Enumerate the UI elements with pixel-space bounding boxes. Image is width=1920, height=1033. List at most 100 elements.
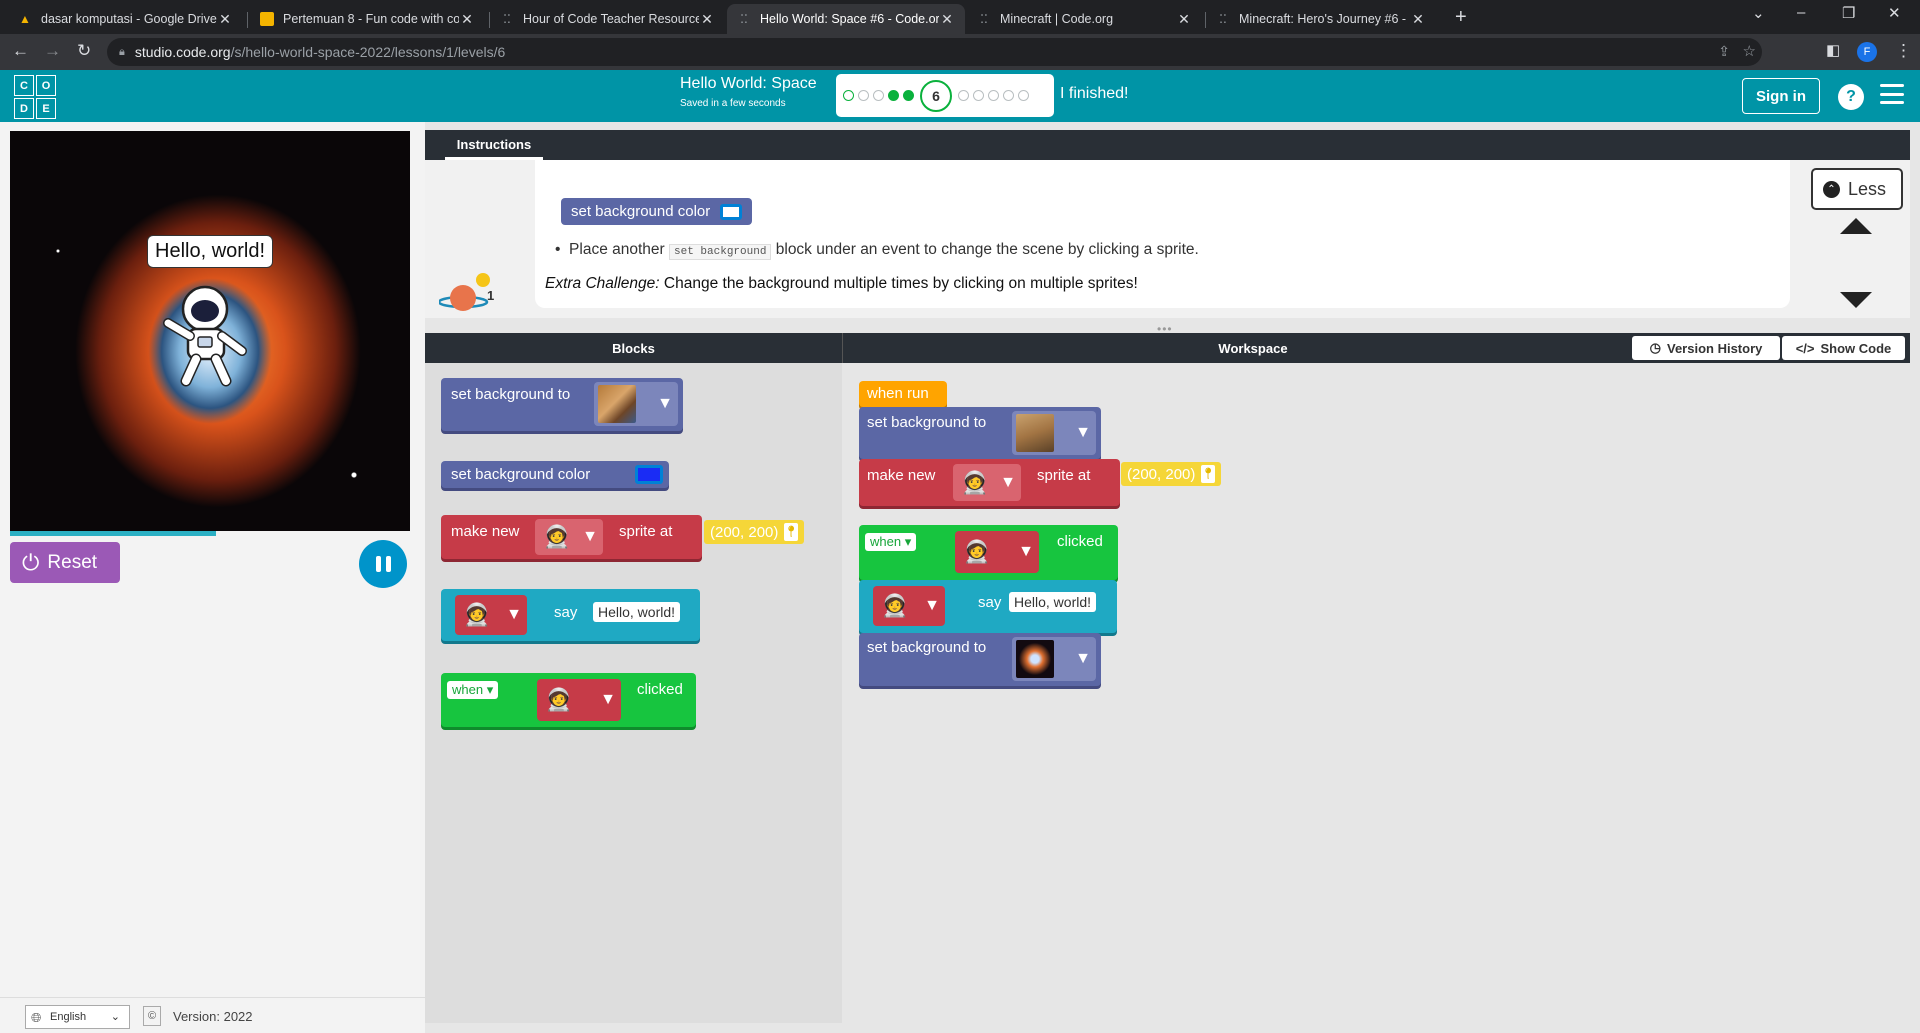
- hint-bot-icon[interactable]: 1: [439, 270, 497, 315]
- make-new-sprite-block[interactable]: make new 🧑‍🚀︎ ▼ sprite at: [441, 515, 702, 559]
- set-background-color-block: set background color: [561, 198, 753, 225]
- less-button[interactable]: ⌃ Less: [1811, 168, 1903, 210]
- level-dot[interactable]: [888, 90, 899, 101]
- say-text-input[interactable]: Hello, world!: [1009, 592, 1097, 612]
- level-dot[interactable]: [873, 90, 884, 101]
- reset-button[interactable]: ⏻ Reset: [10, 542, 120, 583]
- forward-icon[interactable]: →: [44, 41, 61, 61]
- background-thumbnail: [1016, 640, 1054, 678]
- finished-link[interactable]: I finished!: [1060, 85, 1128, 103]
- background-thumbnail: [1016, 414, 1054, 452]
- browser-menu-icon[interactable]: ⋮: [1895, 41, 1912, 61]
- close-tab-icon[interactable]: ✕: [699, 11, 715, 28]
- level-dot[interactable]: [1003, 90, 1014, 101]
- current-level-bubble[interactable]: 6: [920, 79, 952, 112]
- browser-tab[interactable]: ⁚⁚ Minecraft | Code.org ✕: [967, 4, 1202, 34]
- codeorg-logo[interactable]: C O D E: [14, 75, 58, 119]
- game-stage[interactable]: Hello, world!: [10, 131, 410, 531]
- instruction-bullet: • Place another set background block und…: [555, 241, 1199, 260]
- codeorg-icon: ⁚⁚: [503, 12, 511, 26]
- close-tab-icon[interactable]: ✕: [1410, 11, 1426, 28]
- sign-in-button[interactable]: Sign in: [1742, 78, 1820, 114]
- make-new-sprite-block[interactable]: make new 🧑‍🚀︎ ▼ sprite at: [859, 459, 1120, 506]
- close-window-icon[interactable]: ✕: [1888, 4, 1901, 22]
- when-dropdown[interactable]: when ▾: [865, 533, 917, 551]
- location-value-block[interactable]: (200, 200) 📍︎: [704, 520, 805, 544]
- level-dot[interactable]: [958, 90, 969, 101]
- close-tab-icon[interactable]: ✕: [459, 11, 475, 28]
- browser-tab[interactable]: ▲ dasar komputasi - Google Drive ✕: [8, 4, 243, 34]
- copyright-icon[interactable]: ©: [143, 1006, 161, 1026]
- when-run-block[interactable]: when run: [859, 381, 947, 407]
- reload-icon[interactable]: ↻: [77, 41, 91, 61]
- location-pin-icon[interactable]: 📍︎: [784, 523, 799, 541]
- browser-tab[interactable]: Pertemuan 8 - Fun code with co ✕: [250, 4, 485, 34]
- pause-button[interactable]: [359, 540, 407, 588]
- back-icon[interactable]: ←: [12, 41, 29, 61]
- dropdown-arrow-icon: ▼: [600, 691, 616, 708]
- tab-instructions[interactable]: Instructions: [445, 136, 543, 160]
- restore-icon[interactable]: ❐: [1842, 4, 1855, 22]
- level-dot[interactable]: [973, 90, 984, 101]
- scroll-down-icon[interactable]: [1840, 292, 1872, 308]
- version-label: Version: 2022: [173, 1009, 253, 1024]
- astronaut-icon: 🧑‍🚀︎: [963, 539, 991, 564]
- scroll-up-icon[interactable]: [1840, 218, 1872, 234]
- browser-tab-active[interactable]: ⁚⁚ Hello World: Space #6 - Code.org ✕: [727, 4, 965, 34]
- sprite-dropdown[interactable]: 🧑‍🚀︎ ▼: [953, 464, 1021, 501]
- sprite-dropdown[interactable]: 🧑‍🚀︎ ▼: [535, 519, 603, 555]
- close-tab-icon[interactable]: ✕: [217, 11, 233, 28]
- minimize-icon[interactable]: –: [1797, 4, 1805, 21]
- astronaut-icon: 🧑‍🚀︎: [545, 687, 573, 712]
- new-tab-button[interactable]: +: [1455, 6, 1467, 29]
- dropdown-arrow-icon: ▼: [1000, 473, 1016, 491]
- sprite-say-block[interactable]: 🧑‍🚀︎ ▼ say Hello, world!: [441, 589, 700, 641]
- say-text-input[interactable]: Hello, world!: [593, 602, 681, 622]
- browser-tab[interactable]: ⁚⁚ Hour of Code Teacher Resources ✕: [490, 4, 725, 34]
- instructions-card: set background color • Place another set…: [535, 160, 1790, 308]
- color-swatch[interactable]: [635, 465, 663, 484]
- sprite-dropdown[interactable]: 🧑‍🚀︎ ▼: [455, 595, 527, 635]
- level-dot[interactable]: [988, 90, 999, 101]
- level-dot[interactable]: [903, 90, 914, 101]
- version-history-button[interactable]: ◷ Version History: [1632, 336, 1780, 360]
- set-background-to-block[interactable]: set background to ▼: [859, 633, 1101, 686]
- close-tab-icon[interactable]: ✕: [939, 11, 955, 28]
- background-dropdown[interactable]: ▼: [1012, 411, 1096, 455]
- background-dropdown[interactable]: ▼: [1012, 637, 1096, 681]
- astronaut-icon: 🧑‍🚀︎: [881, 593, 909, 618]
- location-pin-icon[interactable]: 📍︎: [1201, 465, 1216, 483]
- hamburger-menu-icon[interactable]: [1880, 84, 1904, 104]
- browser-tab[interactable]: ⁚⁚ Minecraft: Hero's Journey #6 - Co ✕: [1206, 4, 1436, 34]
- when-clicked-block[interactable]: when ▾ 🧑‍🚀︎ ▼ clicked: [441, 673, 696, 727]
- lesson-title[interactable]: Hello World: Space: [680, 75, 817, 93]
- when-clicked-block[interactable]: when ▾ 🧑‍🚀︎ ▼ clicked: [859, 525, 1118, 580]
- sprite-dropdown[interactable]: 🧑‍🚀︎ ▼: [873, 586, 945, 626]
- show-code-button[interactable]: </> Show Code: [1782, 336, 1905, 360]
- bookmark-star-icon[interactable]: ☆: [1743, 42, 1756, 60]
- background-dropdown[interactable]: ▼: [594, 382, 678, 426]
- code-workspace[interactable]: when run set background to ▼ make new 🧑‍…: [842, 363, 1910, 1023]
- language-select[interactable]: 🌐︎ English ⌄: [25, 1005, 130, 1029]
- level-dot[interactable]: [858, 90, 869, 101]
- profile-avatar[interactable]: F: [1857, 42, 1877, 62]
- tab-search-icon[interactable]: ⌄: [1752, 4, 1765, 22]
- level-dot[interactable]: [843, 90, 854, 101]
- share-icon[interactable]: ⇪: [1718, 43, 1730, 60]
- sprite-dropdown[interactable]: 🧑‍🚀︎ ▼: [955, 531, 1039, 573]
- address-bar[interactable]: 🔒︎ studio.code.org /s/hello-world-space-…: [107, 38, 1762, 66]
- set-background-to-block[interactable]: set background to ▼: [859, 407, 1101, 459]
- help-icon[interactable]: ?: [1838, 84, 1864, 110]
- sprite-say-block[interactable]: 🧑‍🚀︎ ▼ say Hello, world!: [859, 580, 1117, 633]
- set-background-to-block[interactable]: set background to ▼: [441, 378, 683, 431]
- when-dropdown[interactable]: when ▾: [447, 681, 499, 699]
- location-value-block[interactable]: (200, 200) 📍︎: [1121, 462, 1222, 486]
- close-tab-icon[interactable]: ✕: [1176, 11, 1192, 28]
- set-background-color-block[interactable]: set background color: [441, 461, 669, 488]
- level-dot[interactable]: [1018, 90, 1029, 101]
- sprite-dropdown[interactable]: 🧑‍🚀︎ ▼: [537, 679, 621, 721]
- blocks-title: Blocks: [612, 340, 655, 356]
- astronaut-sprite[interactable]: [160, 281, 260, 391]
- hint-count: 1: [487, 288, 494, 303]
- side-panel-icon[interactable]: ◧: [1826, 41, 1840, 59]
